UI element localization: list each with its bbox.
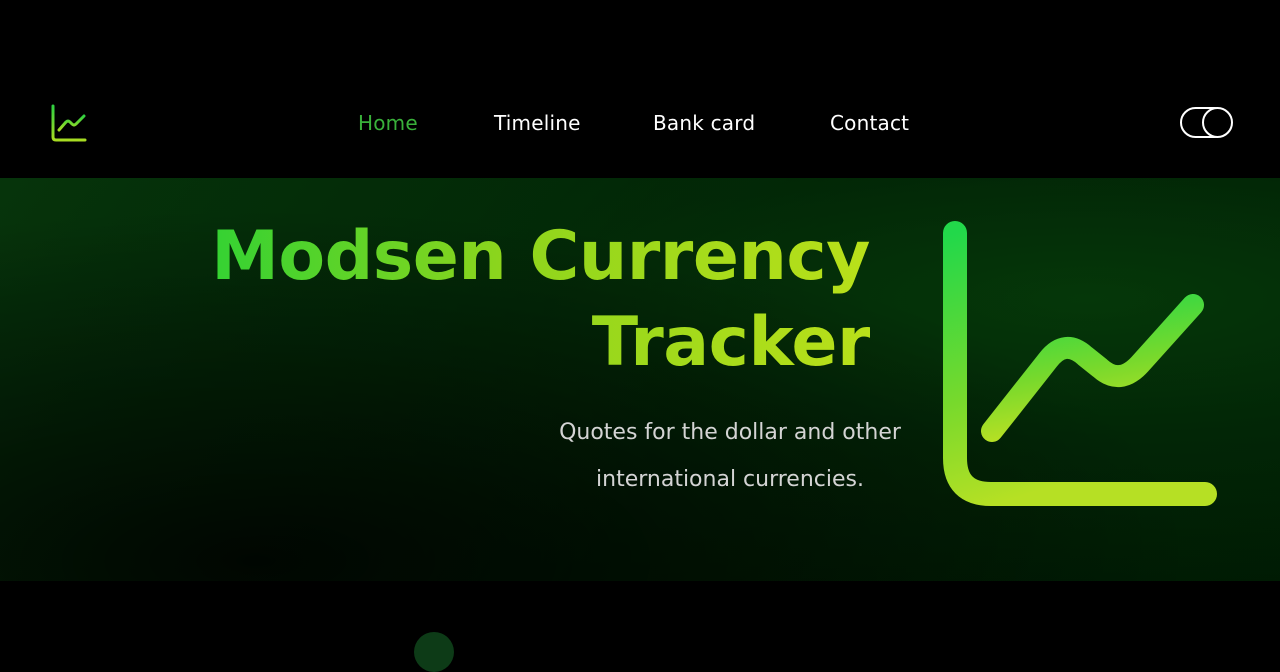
hero-section: Modsen Currency Tracker Quotes for the d…: [0, 178, 1280, 581]
chart-line-icon: [943, 221, 1217, 506]
nav-home-link[interactable]: Home: [358, 110, 418, 136]
toggle-knob: [1202, 107, 1233, 138]
page-title: Modsen Currency Tracker: [211, 214, 870, 386]
main-nav: Home Timeline Bank card Contact: [0, 110, 1280, 138]
nav-contact-link[interactable]: Contact: [830, 110, 909, 136]
subtitle-line-2: international currencies.: [596, 467, 864, 492]
section-decoration-circle: [414, 632, 454, 672]
site-header: Home Timeline Bank card Contact: [0, 0, 1280, 178]
title-line-2: Tracker: [591, 303, 870, 382]
theme-toggle[interactable]: [1180, 107, 1233, 138]
nav-timeline-link[interactable]: Timeline: [494, 110, 581, 136]
hero-subtitle: Quotes for the dollar and other internat…: [520, 409, 940, 503]
subtitle-line-1: Quotes for the dollar and other: [559, 420, 901, 445]
title-line-1: Modsen Currency: [211, 217, 870, 296]
nav-bank-card-link[interactable]: Bank card: [653, 110, 755, 136]
